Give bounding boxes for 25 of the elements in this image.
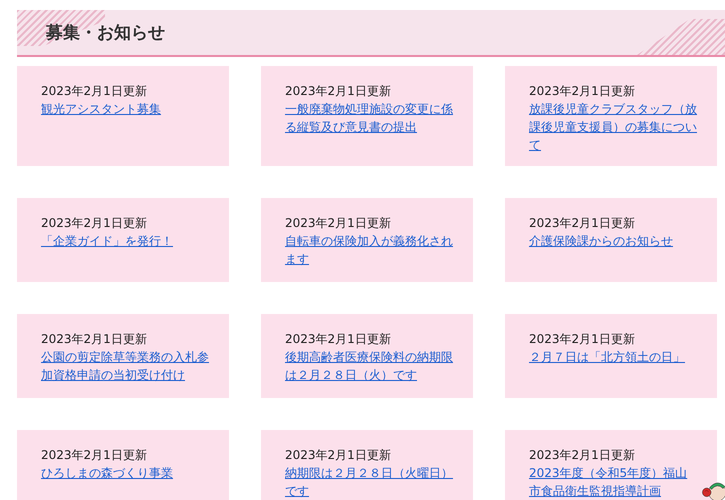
update-date: 2023年2月1日更新 <box>285 215 392 232</box>
news-link[interactable]: 観光アシスタント募集 <box>41 100 161 118</box>
news-link[interactable]: 介護保険課からのお知らせ <box>529 232 673 250</box>
news-link[interactable]: 納期限は２月２８日（火曜日）です <box>285 464 453 500</box>
update-date: 2023年2月1日更新 <box>285 331 392 348</box>
news-link[interactable]: ひろしまの森づくり事業 <box>41 464 173 482</box>
update-date: 2023年2月1日更新 <box>41 215 148 232</box>
news-link[interactable]: 一般廃棄物処理施設の変更に係る縦覧及び意見書の提出 <box>285 100 453 136</box>
news-link[interactable]: 2023年度（令和5年度）福山市食品衛生監視指導計画 <box>529 464 697 500</box>
update-date: 2023年2月1日更新 <box>41 447 148 464</box>
update-date: 2023年2月1日更新 <box>529 447 636 464</box>
update-date: 2023年2月1日更新 <box>285 447 392 464</box>
news-link[interactable]: 自転車の保険加入が義務化されます <box>285 232 453 268</box>
update-date: 2023年2月1日更新 <box>285 83 392 100</box>
update-date: 2023年2月1日更新 <box>41 331 148 348</box>
news-link[interactable]: 「企業ガイド」を発行！ <box>41 232 173 250</box>
news-link[interactable]: 放課後児童クラブスタッフ（放課後児童支援員）の募集について <box>529 100 697 154</box>
section-title: 募集・お知らせ <box>46 22 165 44</box>
news-link[interactable]: 公園の剪定除草等業務の入札参加資格申請の当初受け付け <box>41 348 209 384</box>
news-link[interactable]: 後期高齢者医療保険料の納期限は２月２８日（火）です <box>285 348 453 384</box>
news-link[interactable]: ２月７日は「北方領土の日」 <box>529 348 685 366</box>
update-date: 2023年2月1日更新 <box>41 83 148 100</box>
update-date: 2023年2月1日更新 <box>529 83 636 100</box>
update-date: 2023年2月1日更新 <box>529 215 636 232</box>
update-date: 2023年2月1日更新 <box>529 331 636 348</box>
